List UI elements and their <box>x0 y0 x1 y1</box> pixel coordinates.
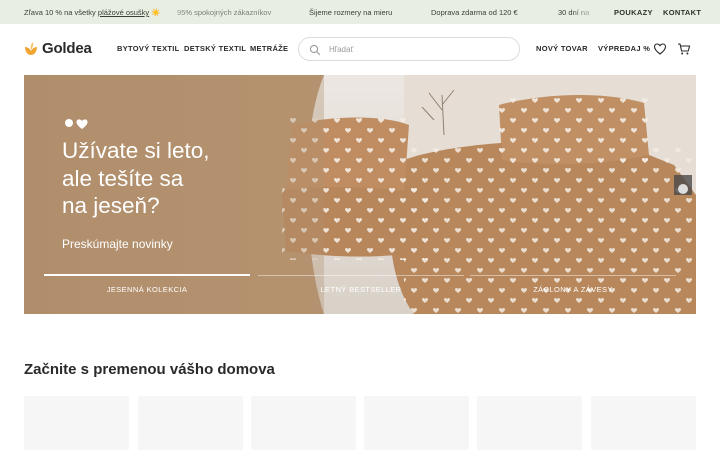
wishlist-heart-icon[interactable] <box>653 42 667 56</box>
vouchers-link[interactable]: POUKAZY <box>614 8 653 17</box>
hero-tab-label: LETNÝ BESTSELLER <box>320 285 402 294</box>
section-title: Začnite s premenou vášho domova <box>24 361 275 378</box>
category-card[interactable] <box>251 396 356 450</box>
hero-tab-label: ZÁCLONY A ZÁVESY <box>533 285 613 294</box>
search-icon[interactable] <box>309 44 321 56</box>
nav-fabrics[interactable]: METRÁŽE <box>250 44 288 53</box>
hero-title: Užívate si leto, ale tešíte sa na jeseň? <box>62 137 312 220</box>
section-title-bold: vášho domova <box>169 361 275 378</box>
hero-tab-indicator <box>258 275 464 276</box>
nav-sale[interactable]: VÝPREDAJ % <box>598 44 650 53</box>
nav-kids-textiles[interactable]: DETSKÝ TEXTIL <box>184 44 246 53</box>
logo-leaf-icon <box>25 42 37 55</box>
hero-banner[interactable]: Užívate si leto, ale tešíte sa na jeseň?… <box>24 75 696 314</box>
hero-hearts-icon <box>65 119 88 129</box>
promo-text: Zľava 10 % na všetky <box>24 8 96 17</box>
free-shipping: Doprava zdarma od 120 € <box>431 8 518 17</box>
category-card[interactable] <box>591 396 696 450</box>
category-card[interactable] <box>138 396 243 450</box>
hero-title-line-3: na jeseň? <box>62 193 160 218</box>
hero-tab-indicator <box>44 274 250 276</box>
nav-new-goods[interactable]: NOVÝ TOVAR <box>536 44 588 53</box>
announcement-bar: Zľava 10 % na všetky plážové osušky ☀️ 9… <box>0 0 720 24</box>
fade-right <box>572 0 598 24</box>
category-card[interactable] <box>364 396 469 450</box>
hero-tab-autumn-collection[interactable]: JESENNÁ KOLEKCIA <box>44 274 250 314</box>
cart-icon[interactable] <box>677 42 691 56</box>
contact-link[interactable]: KONTAKT <box>663 8 701 17</box>
hero-title-line-1: Užívate si leto, <box>62 138 210 163</box>
logo-text: Goldea <box>42 39 92 57</box>
site-header: Goldea BYTOVÝ TEXTIL DETSKÝ TEXTIL METRÁ… <box>0 24 720 74</box>
logo[interactable]: Goldea <box>24 38 92 58</box>
nav-home-textiles[interactable]: BYTOVÝ TEXTIL <box>117 44 180 53</box>
hero-tab-label: JESENNÁ KOLEKCIA <box>106 285 188 294</box>
section-title-regular: Začnite s premenou <box>24 361 166 378</box>
search-input[interactable] <box>329 42 509 57</box>
category-card[interactable] <box>477 396 582 450</box>
hero-tab-summer-bestseller[interactable]: LETNÝ BESTSELLER <box>258 275 464 314</box>
hero-tab-curtains[interactable]: ZÁCLONY A ZÁVESY <box>470 275 676 314</box>
promo-message: Zľava 10 % na všetky plážové osušky ☀️ <box>24 8 161 17</box>
hero-cta-link[interactable]: Preskúmajte novinky <box>62 237 173 251</box>
fade-left <box>160 0 186 24</box>
satisfied-customers: 95% spokojných zákazníkov <box>177 8 272 17</box>
search-box[interactable] <box>298 37 520 61</box>
hero-title-line-2: ale tešíte sa <box>62 165 184 191</box>
promo-link[interactable]: plážové osušky <box>98 8 149 17</box>
category-card[interactable] <box>24 396 129 450</box>
hero-tab-indicator <box>470 275 676 276</box>
made-to-measure: Šijeme rozmery na mieru <box>309 8 393 17</box>
